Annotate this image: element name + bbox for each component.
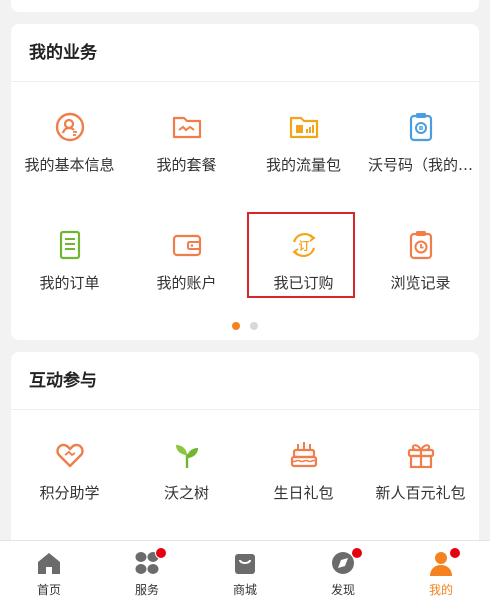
interact-item-label: 沃之树 [163, 484, 209, 502]
notification-badge [155, 547, 167, 559]
page-indicator [11, 322, 479, 330]
page-dot[interactable] [250, 322, 258, 330]
heart-icon [53, 438, 87, 472]
business-item-label: 我的账户 [156, 274, 217, 292]
my-business-card: 我的业务 我的基本信息 我的套餐 我的流量包 沃号码（我的… 我的订单 我的账户… [11, 24, 479, 340]
business-item-label: 我的基本信息 [24, 156, 115, 174]
interaction-card: 互动参与 积分助学 沃之树 生日礼包 新人百元礼包 [11, 352, 479, 552]
person-icon [427, 547, 461, 577]
wallet-icon [170, 228, 204, 262]
business-item-data-package[interactable]: 我的流量包 [245, 110, 362, 228]
tab-mall[interactable]: 商城 [196, 541, 294, 600]
business-item-label: 我的流量包 [265, 156, 341, 174]
birthday-cake-icon [287, 438, 321, 472]
shopping-bag-icon [231, 549, 259, 577]
order-list-icon [53, 228, 87, 262]
interact-item-points-study[interactable]: 积分助学 [11, 410, 128, 530]
compass-icon [329, 547, 363, 577]
interact-item-wo-tree[interactable]: 沃之树 [128, 410, 245, 530]
tab-label: 首页 [36, 583, 61, 597]
business-item-label: 我的订单 [39, 274, 100, 292]
business-item-label: 我已订购 [273, 274, 334, 292]
history-clock-icon [404, 228, 438, 262]
data-package-icon [287, 110, 321, 144]
subscribed-icon-glyph: 订 [298, 239, 309, 253]
tab-service[interactable]: 服务 [98, 541, 196, 600]
business-item-label: 沃号码（我的… [367, 156, 473, 174]
interact-item-label: 积分助学 [39, 484, 100, 502]
business-item-wo-number[interactable]: 沃号码（我的… [362, 110, 479, 228]
tab-label: 我的 [428, 583, 453, 597]
section-title-business: 我的业务 [11, 24, 479, 82]
number-clipboard-icon [404, 110, 438, 144]
sprout-icon [170, 438, 204, 472]
tab-label: 发现 [330, 583, 355, 597]
interact-item-birthday-gift[interactable]: 生日礼包 [245, 410, 362, 530]
interact-item-newcomer-gift[interactable]: 新人百元礼包 [362, 410, 479, 530]
section-title-interact: 互动参与 [11, 352, 479, 410]
top-card-remnant [11, 0, 479, 12]
home-icon [35, 549, 63, 577]
interact-item-label: 新人百元礼包 [375, 484, 466, 502]
tab-label: 服务 [134, 583, 159, 597]
tab-mine[interactable]: 我的 [392, 541, 490, 600]
interact-item-label: 生日礼包 [273, 484, 334, 502]
notification-badge [351, 547, 363, 559]
plan-folder-icon [170, 110, 204, 144]
notification-badge [449, 547, 461, 559]
subscribed-refresh-icon: 订 [287, 228, 321, 262]
service-grid-icon [133, 547, 167, 577]
tab-discover[interactable]: 发现 [294, 541, 392, 600]
page-dot-active[interactable] [232, 322, 240, 330]
gift-box-icon [404, 438, 438, 472]
tab-label: 商城 [232, 583, 257, 597]
tab-home[interactable]: 首页 [0, 541, 98, 600]
profile-badge-icon [53, 110, 87, 144]
business-item-label: 我的套餐 [156, 156, 217, 174]
business-item-basic-info[interactable]: 我的基本信息 [11, 110, 128, 228]
business-item-my-plan[interactable]: 我的套餐 [128, 110, 245, 228]
business-item-label: 浏览记录 [390, 274, 451, 292]
bottom-tab-bar: 首页 服务 商城 发现 我的 [0, 540, 490, 600]
